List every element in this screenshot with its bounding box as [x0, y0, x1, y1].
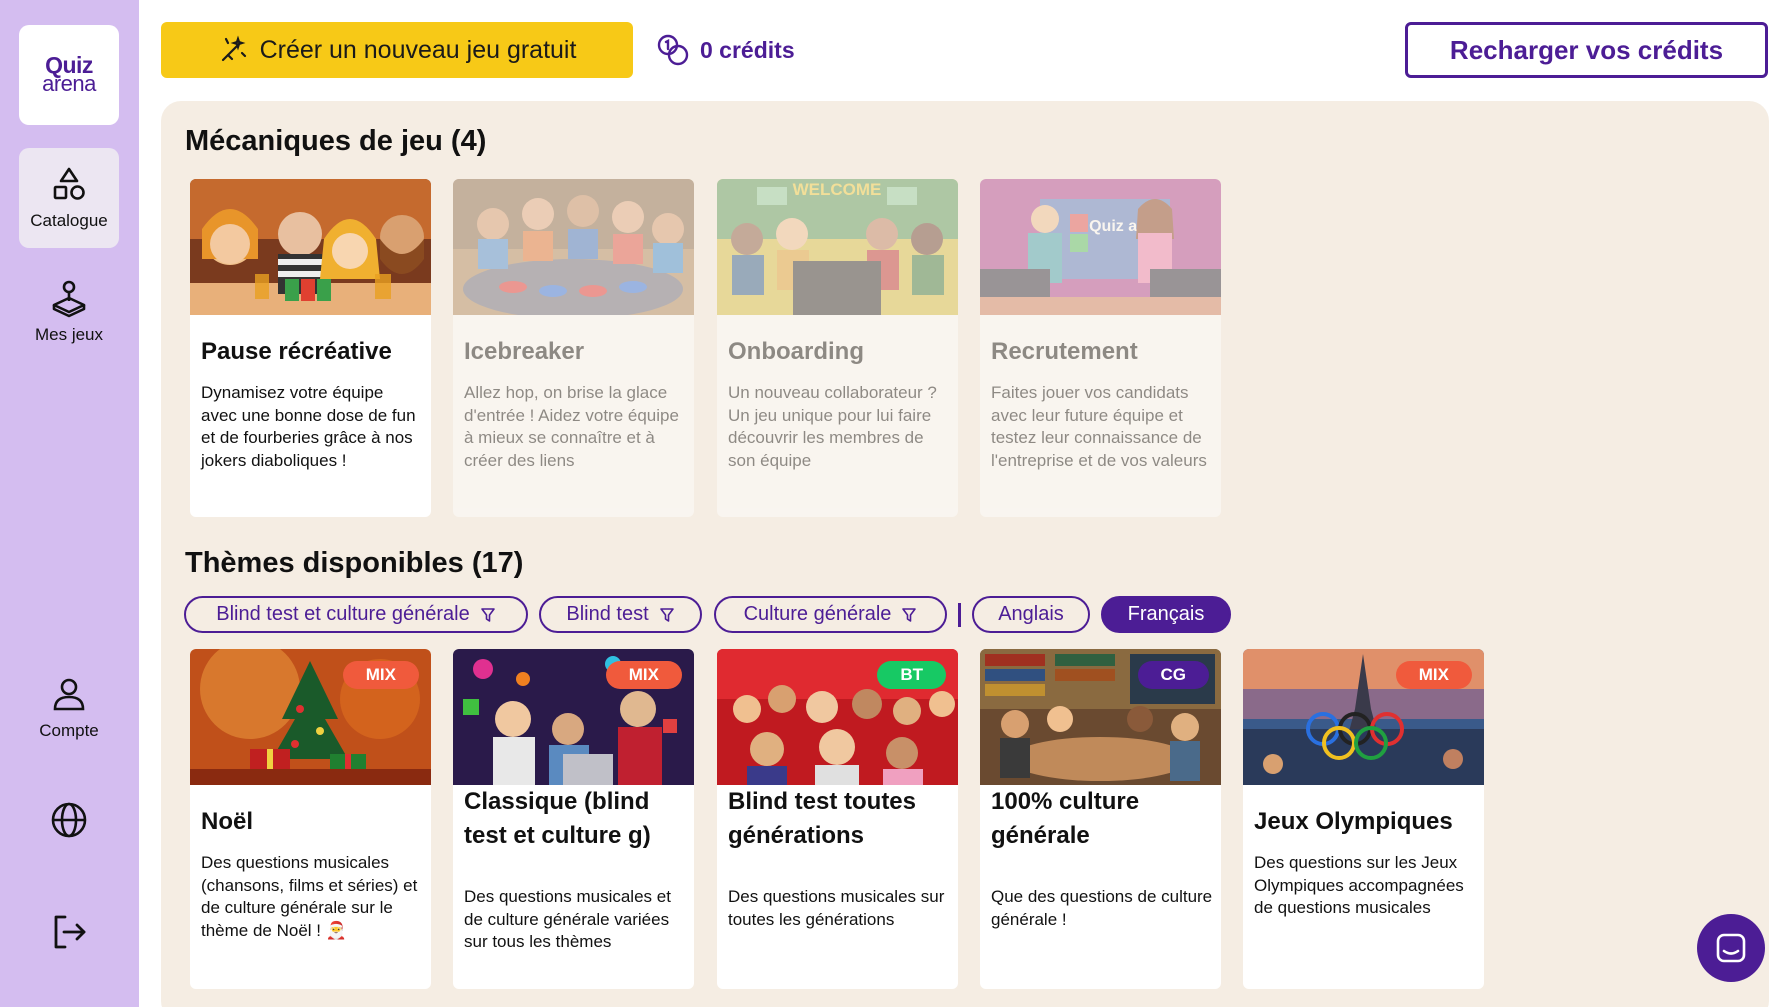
coins-icon [657, 34, 689, 66]
sidebar-item-label: Mes jeux [34, 325, 104, 344]
card-description: Des questions sur les Jeux Olympiques ac… [1254, 853, 1464, 918]
theme-badge: MIX [605, 661, 682, 689]
card-title: Icebreaker [464, 338, 585, 365]
card-title: Classique (blind test et culture g) [464, 788, 651, 849]
language-button[interactable] [44, 795, 94, 845]
sidebar-item-catalogue[interactable]: Catalogue [19, 148, 119, 248]
logout-button[interactable] [44, 907, 94, 957]
credits-label: 0 crédits [700, 36, 795, 63]
card-image [190, 179, 431, 315]
filter-anglais[interactable]: Anglais [972, 596, 1090, 633]
card-image: MIX [453, 649, 694, 785]
card-image: MIX [1243, 649, 1484, 785]
card-description: Des questions musicales (chansons, films… [201, 853, 418, 940]
filter-icon [480, 607, 495, 622]
chat-launcher-button[interactable] [1697, 914, 1765, 982]
sidebar-item-mes-jeux[interactable]: Mes jeux [19, 262, 119, 362]
theme-badge: BT [877, 661, 946, 689]
card-title: Noël [201, 808, 254, 835]
filter-icon [659, 607, 674, 622]
filter-label: Culture générale [743, 603, 892, 625]
card-title: Jeux Olympiques [1254, 808, 1453, 835]
theme-card-classique[interactable]: MIX Classique (blind test et culture g) … [453, 649, 694, 989]
filter-culture-generale[interactable]: Culture générale [714, 596, 947, 633]
sidebar-item-label: Compte [39, 721, 99, 740]
globe-icon [51, 802, 87, 838]
card-title: Blind test toutes générations [728, 788, 917, 849]
card-image: MIX [190, 649, 431, 785]
card-description: Allez hop, on brise la glace d'entrée ! … [464, 383, 679, 470]
sidebar-item-label: Catalogue [30, 211, 108, 230]
quizarena-logo[interactable]: Quiz arena [19, 25, 119, 125]
filter-francais[interactable]: Français [1101, 596, 1231, 633]
filter-icon [902, 607, 917, 622]
card-description: Que des questions de culture générale ! [991, 887, 1213, 929]
mechanics-section-title: Mécaniques de jeu (4) [185, 125, 487, 157]
card-image: Quiz arena [980, 179, 1221, 315]
card-description: Faites jouer vos candidats avec leur fut… [991, 383, 1207, 470]
card-title: Pause récréative [201, 338, 392, 365]
mechanic-card-icebreaker[interactable]: Icebreaker Allez hop, on brise la glace … [453, 179, 694, 517]
create-game-button[interactable]: Créer un nouveau jeu gratuit [161, 22, 633, 78]
card-image: WELCOME [717, 179, 958, 315]
mechanic-card-onboarding[interactable]: WELCOME Onboarding Un nouveau collaborat… [717, 179, 958, 517]
logo-arena: arena [42, 71, 96, 97]
logout-icon [54, 915, 86, 949]
card-title: Onboarding [728, 338, 864, 365]
sidebar-item-compte[interactable]: Compte [19, 658, 119, 758]
theme-badge: MIX [1395, 661, 1472, 689]
card-image: BT [717, 649, 958, 785]
recharge-credits-button[interactable]: Recharger vos crédits [1405, 22, 1768, 78]
filter-blind-test[interactable]: Blind test [539, 596, 702, 633]
chat-icon [1716, 933, 1746, 963]
filter-blind-test-culture[interactable]: Blind test et culture générale [184, 596, 528, 633]
theme-card-jeux-olympiques[interactable]: MIX Jeux Olympiques Des questions sur le… [1243, 649, 1484, 989]
theme-badge: MIX [342, 661, 419, 689]
card-title: Recrutement [991, 338, 1138, 365]
theme-card-culture[interactable]: CG 100% culture générale Que des questio… [980, 649, 1221, 989]
theme-card-noel[interactable]: MIX Noël Des questions musicales (chanso… [190, 649, 431, 989]
card-description: Un nouveau collaborateur ? Un jeu unique… [728, 383, 937, 470]
card-image [453, 179, 694, 315]
filter-divider [958, 603, 961, 627]
shapes-icon [53, 167, 85, 200]
card-description: Des questions musicales sur toutes les g… [728, 887, 945, 929]
card-title: 100% culture générale [991, 788, 1140, 849]
credits-display: 0 crédits [656, 30, 795, 70]
joystick-icon [52, 280, 86, 318]
filter-label: Blind test et culture générale [216, 603, 470, 625]
create-game-label: Créer un nouveau jeu gratuit [259, 35, 577, 64]
filter-label: Blind test [566, 603, 649, 625]
welcome-sign-text: WELCOME [793, 180, 882, 199]
mechanic-card-recrutement[interactable]: Quiz arena Recrutement Faites jouer vos … [980, 179, 1221, 517]
card-description: Dynamisez votre équipe avec une bonne do… [201, 383, 416, 470]
magic-wand-icon [221, 35, 246, 62]
user-icon [53, 678, 85, 711]
theme-badge: CG [1137, 661, 1209, 689]
theme-card-blind-test[interactable]: BT Blind test toutes générations Des que… [717, 649, 958, 989]
mechanic-card-pause[interactable]: Pause récréative Dynamisez votre équipe … [190, 179, 431, 517]
sidebar: Quiz arena Catalogue Mes jeux Compte [0, 0, 139, 1007]
themes-section-title: Thèmes disponibles (17) [185, 547, 524, 579]
card-image: CG [980, 649, 1221, 785]
card-description: Des questions musicales et de culture gé… [464, 887, 671, 952]
